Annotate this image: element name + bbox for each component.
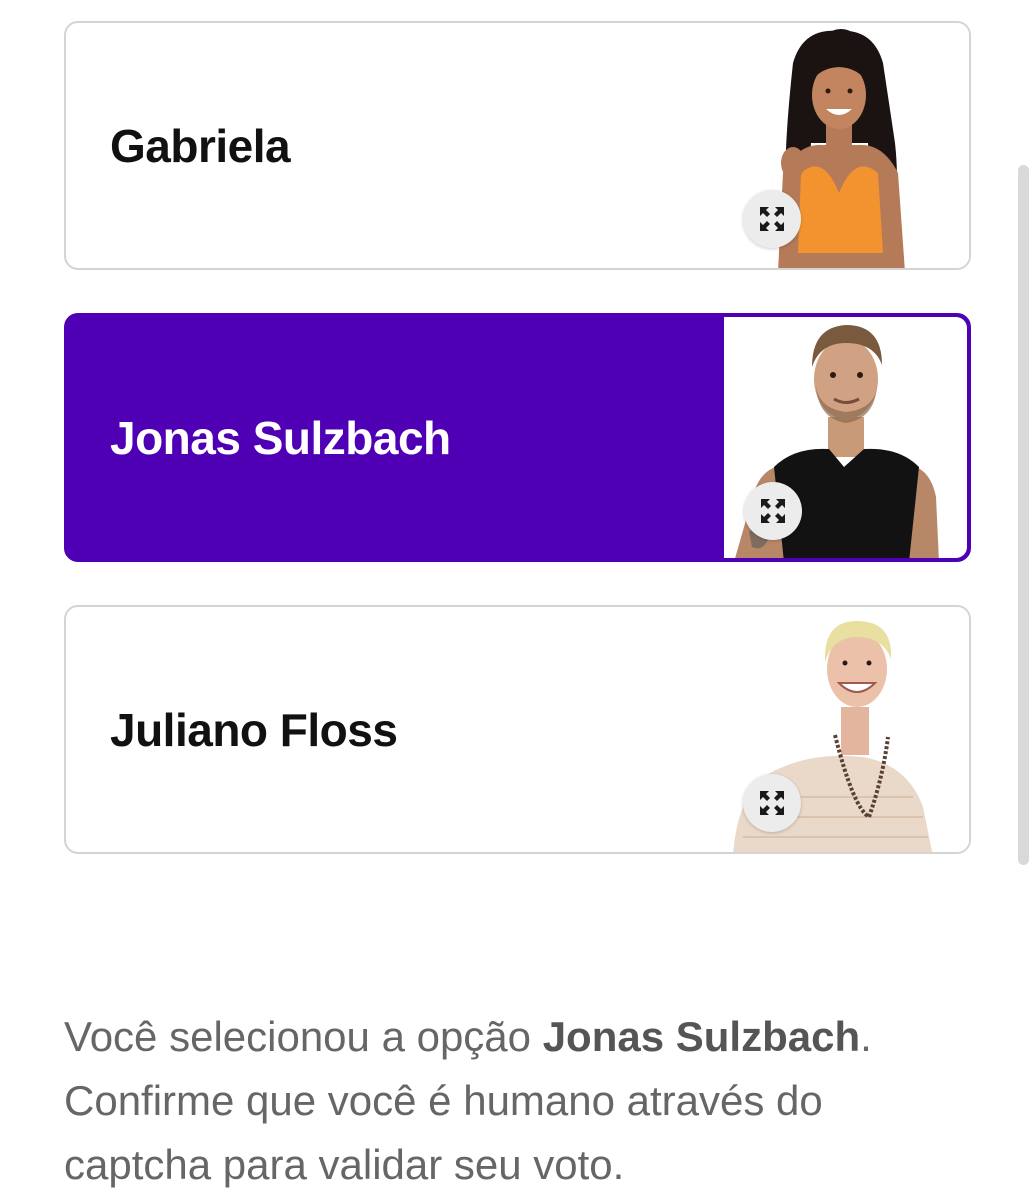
expand-photo-button[interactable]	[743, 774, 801, 832]
candidate-photo	[724, 317, 967, 558]
expand-arrows-icon	[760, 791, 784, 815]
vote-options-list: Gabriela Jonas Sulzbach Juliano Floss	[64, 21, 971, 854]
option-card-jonas-sulzbach[interactable]: Jonas Sulzbach	[64, 313, 971, 562]
expand-arrows-icon	[761, 499, 785, 523]
captcha-instruction: Confirme que você é humano através do ca…	[64, 1077, 823, 1188]
confirmation-suffix: .	[860, 1013, 872, 1060]
option-name: Gabriela	[110, 119, 291, 172]
candidate-photo	[723, 607, 969, 852]
expand-photo-button[interactable]	[744, 482, 802, 540]
scrollbar[interactable]	[1018, 165, 1029, 865]
option-name: Juliano Floss	[110, 703, 398, 756]
confirmation-prefix: Você selecionou a opção	[64, 1013, 543, 1060]
option-card-juliano-floss[interactable]: Juliano Floss	[64, 605, 971, 854]
selected-option-name: Jonas Sulzbach	[542, 1013, 861, 1060]
expand-photo-button[interactable]	[743, 190, 801, 248]
option-card-gabriela[interactable]: Gabriela	[64, 21, 971, 270]
expand-arrows-icon	[760, 207, 784, 231]
option-name: Jonas Sulzbach	[110, 411, 451, 464]
candidate-photo	[723, 23, 969, 268]
selection-confirmation-text: Você selecionou a opção Jonas Sulzbach. …	[64, 1005, 964, 1197]
